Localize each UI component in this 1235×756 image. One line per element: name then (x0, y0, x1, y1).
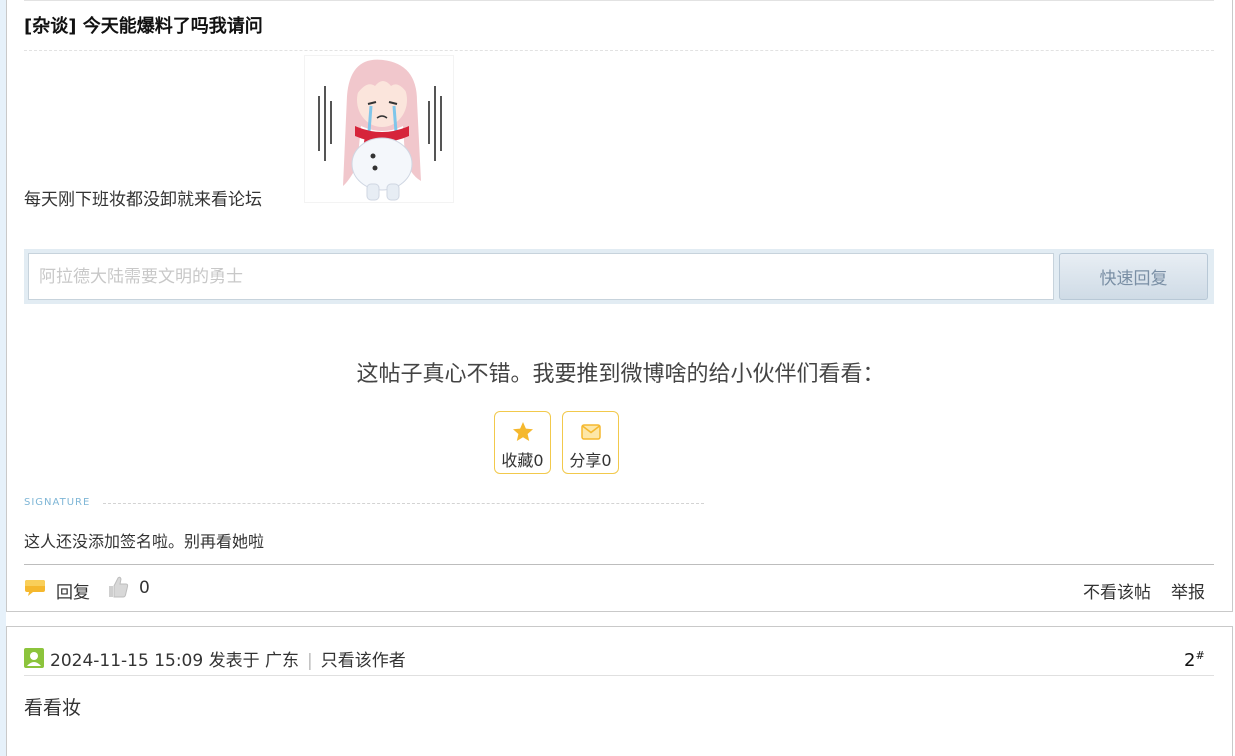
quick-reply-bar: 快速回复 (24, 249, 1214, 304)
reply-meta: 2024-11-15 15:09 发表于 广东 | 只看该作者 (50, 646, 406, 671)
star-icon (512, 422, 533, 441)
signature-label: SIGNATURE (24, 497, 91, 508)
reply-link[interactable]: 回复 (56, 578, 90, 603)
post-body: 每天刚下班妆都没卸就来看论坛 (24, 190, 262, 210)
footer-divider (24, 564, 1214, 565)
share-button[interactable]: 分享0 (562, 411, 619, 474)
hide-post-link[interactable]: 不看该帖 (1083, 578, 1151, 603)
share-label: 分享0 (569, 451, 612, 470)
signature-divider (103, 503, 704, 504)
signature-text: 这人还没添加签名啦。别再看她啦 (24, 532, 265, 551)
only-author-link[interactable]: 只看该作者 (321, 651, 406, 671)
envelope-icon (580, 424, 601, 440)
title-divider (24, 50, 1214, 51)
reply-body: 看看妆 (24, 697, 82, 719)
quick-reply-input[interactable] (28, 253, 1054, 300)
top-divider (24, 0, 1214, 1)
meta-separator: | (307, 651, 313, 671)
reply-location: 发表于 广东 (208, 651, 300, 671)
post-title: [杂谈] 今天能爆料了吗我请问 (24, 16, 263, 37)
speech-bubble-icon[interactable] (24, 578, 46, 602)
share-prompt: 这帖子真心不错。我要推到微博啥的给小伙伴们看看： (356, 362, 885, 387)
reply-divider (24, 675, 1214, 676)
reply-card: 2024-11-15 15:09 发表于 广东 | 只看该作者 2# 看看妆 (6, 626, 1233, 756)
like-count: 0 (139, 578, 150, 598)
floor-value: 2 (1184, 650, 1196, 671)
sticker-image (304, 55, 454, 203)
report-link[interactable]: 举报 (1171, 578, 1205, 603)
floor-number[interactable]: 2# (1184, 649, 1205, 671)
floor-mark: # (1195, 649, 1205, 662)
post-card: [杂谈] 今天能爆料了吗我请问 每天刚下班妆都没卸就来看论坛 阿拉德大陆需要文明… (6, 0, 1233, 612)
favorite-label: 收藏0 (501, 451, 544, 470)
user-icon (24, 648, 44, 672)
quick-reply-button[interactable]: 快速回复 (1059, 253, 1208, 300)
thumbs-up-icon[interactable] (107, 575, 129, 603)
favorite-button[interactable]: 收藏0 (494, 411, 551, 474)
reply-timestamp: 2024-11-15 15:09 (50, 651, 204, 671)
